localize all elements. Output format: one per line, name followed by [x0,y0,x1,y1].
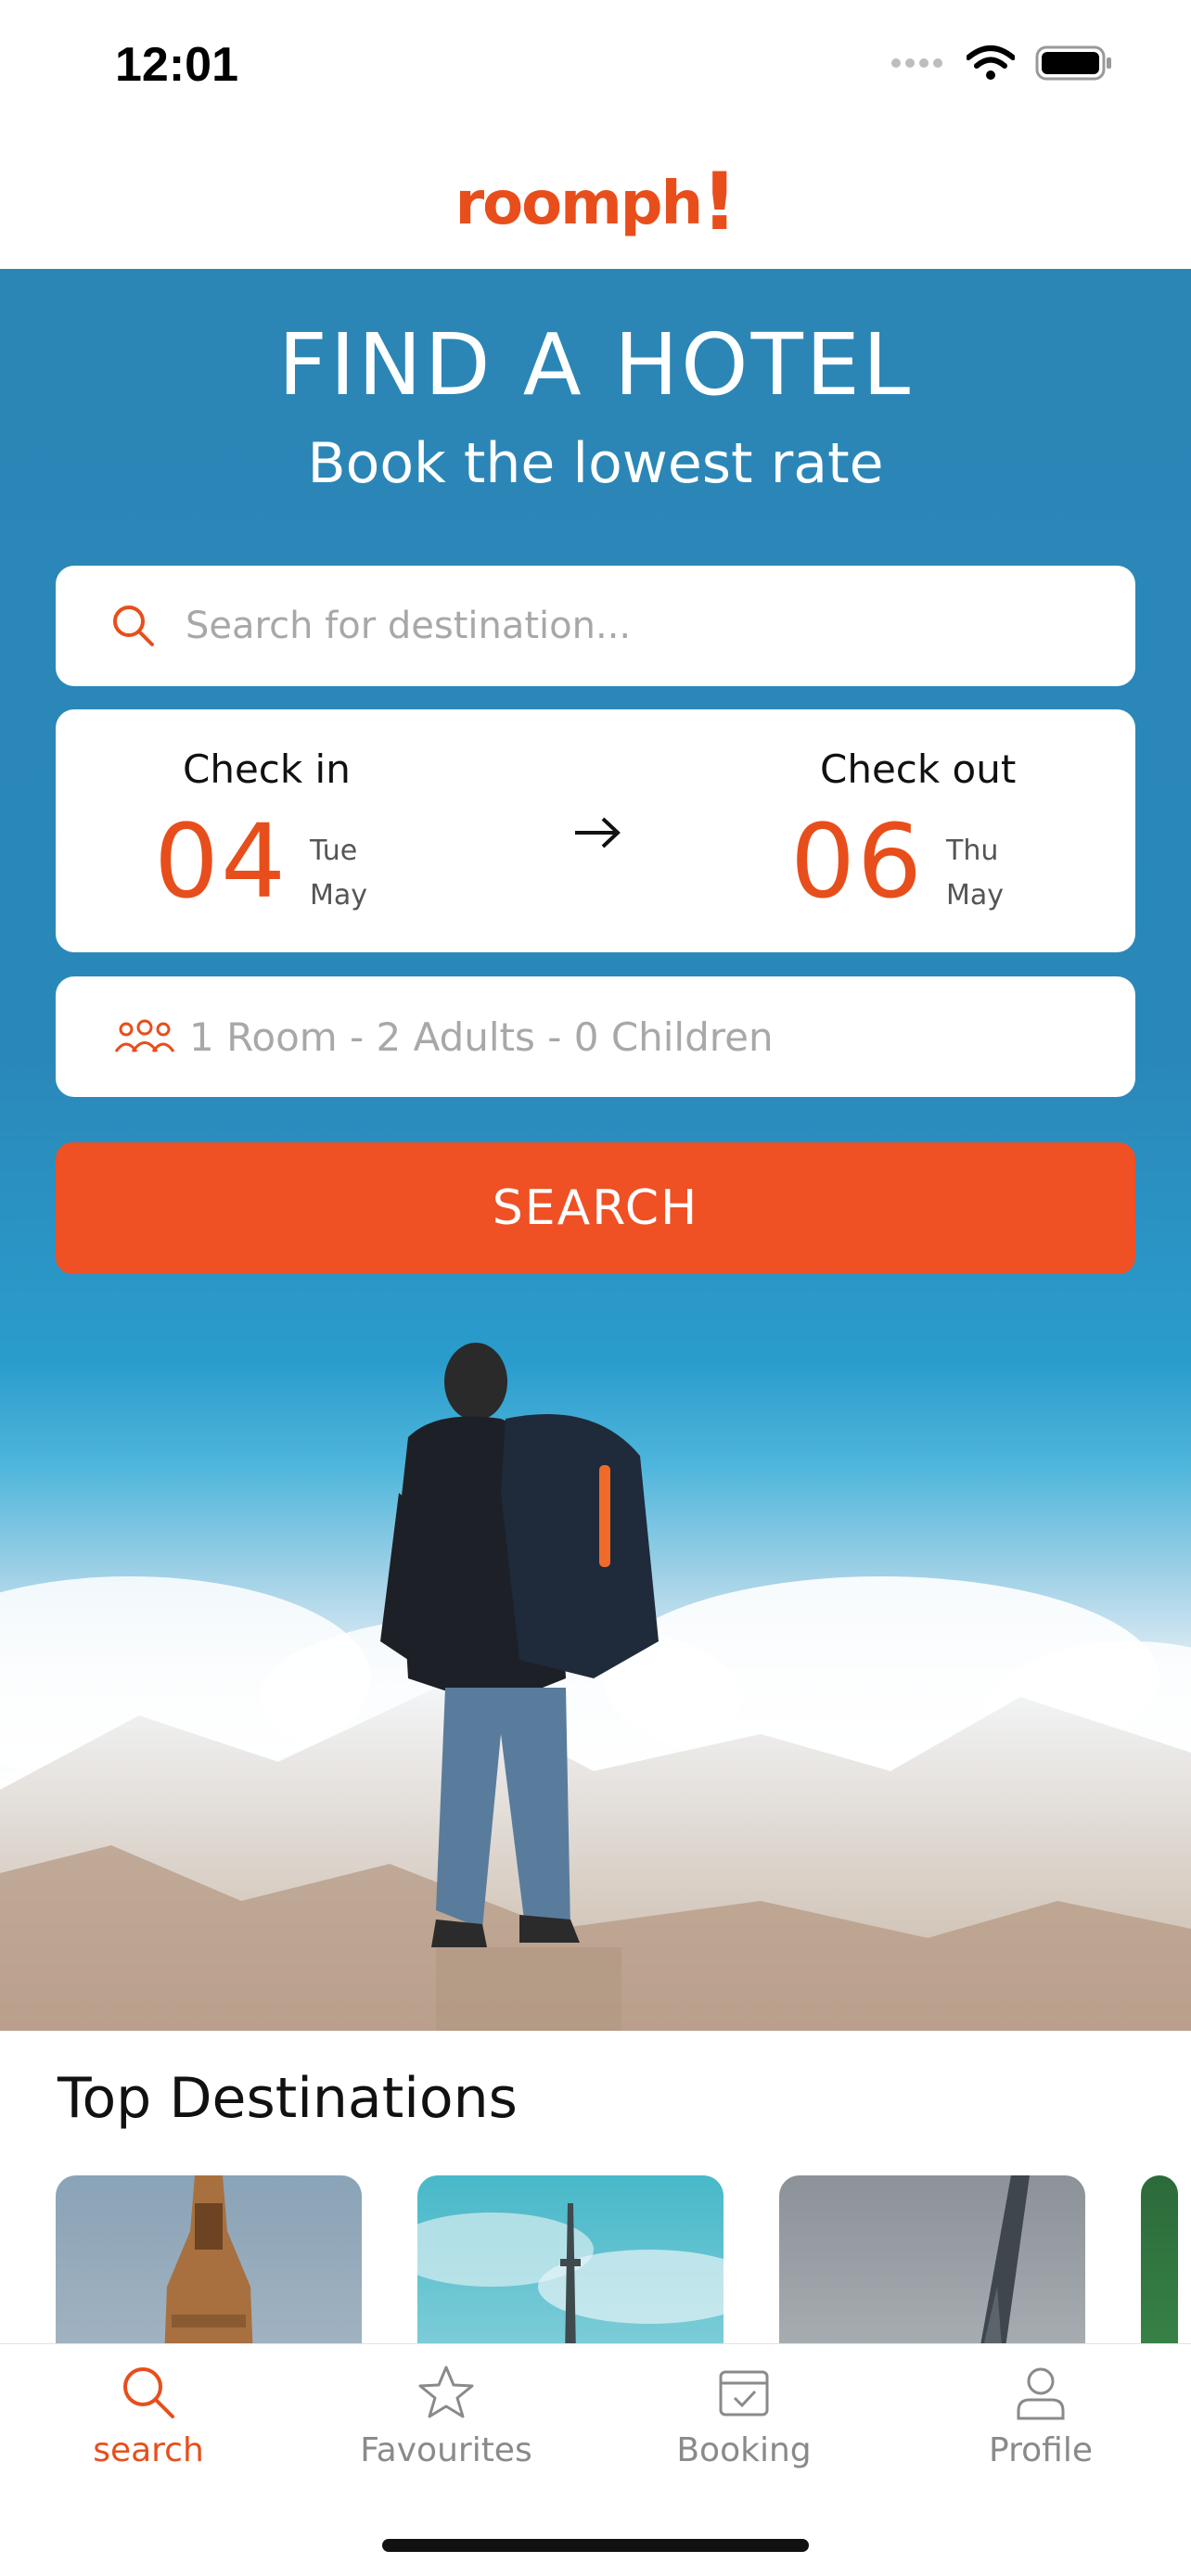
check-in-label: Check in [183,746,351,792]
tab-booking[interactable]: Booking [614,2363,874,2469]
person-icon [1017,2367,1065,2420]
tab-search-label: search [93,2431,204,2469]
check-out-day[interactable]: 06 [790,802,924,921]
date-selector[interactable]: Check in 04 Tue May Check out 06 Thu May [56,709,1135,952]
check-out-month: May [946,879,1005,912]
check-in-month: May [310,879,368,912]
brand-logo: roomph ! [455,155,738,249]
check-in-weekday: Tue [310,835,358,867]
people-group-icon [114,1019,175,1052]
top-destinations-title: Top Destinations [58,2066,518,2131]
destination-search-field[interactable]: Search for destination... [56,566,1135,686]
tab-profile[interactable]: Profile [911,2363,1171,2469]
search-button[interactable]: SEARCH [56,1142,1135,1274]
arrow-right-icon [575,817,621,848]
calendar-check-icon [719,2370,769,2417]
hero-subtitle: Book the lowest rate [307,431,884,496]
tab-profile-label: Profile [989,2431,1093,2469]
check-out-label: Check out [820,746,1017,792]
hero-section: FIND A HOTEL Book the lowest rate Search… [0,269,1191,2031]
status-icons [890,45,1113,82]
app-header: roomph ! [0,134,1191,269]
status-bar: 12:01 [0,0,1191,134]
search-icon [113,606,154,646]
signal-icon [891,58,942,68]
search-placeholder: Search for destination... [186,605,632,647]
check-out-weekday: Thu [946,835,999,867]
tab-favourites[interactable]: Favourites [316,2363,576,2469]
check-in-day[interactable]: 04 [154,802,288,921]
battery-icon [1035,45,1111,81]
logo-text: roomph [455,169,704,238]
home-indicator[interactable] [382,2539,809,2552]
guests-summary: 1 Room - 2 Adults - 0 Children [189,1014,774,1060]
tab-favourites-label: Favourites [360,2431,532,2469]
hero-title: FIND A HOTEL [277,315,914,414]
logo-mark: ! [701,155,737,249]
tab-search[interactable]: search [19,2363,278,2469]
guests-selector[interactable]: 1 Room - 2 Adults - 0 Children [56,976,1135,1097]
search-icon [123,2367,174,2418]
wifi-icon [967,45,1015,80]
status-time: 12:01 [115,38,238,92]
tab-booking-label: Booking [676,2431,812,2469]
star-icon [418,2366,474,2418]
